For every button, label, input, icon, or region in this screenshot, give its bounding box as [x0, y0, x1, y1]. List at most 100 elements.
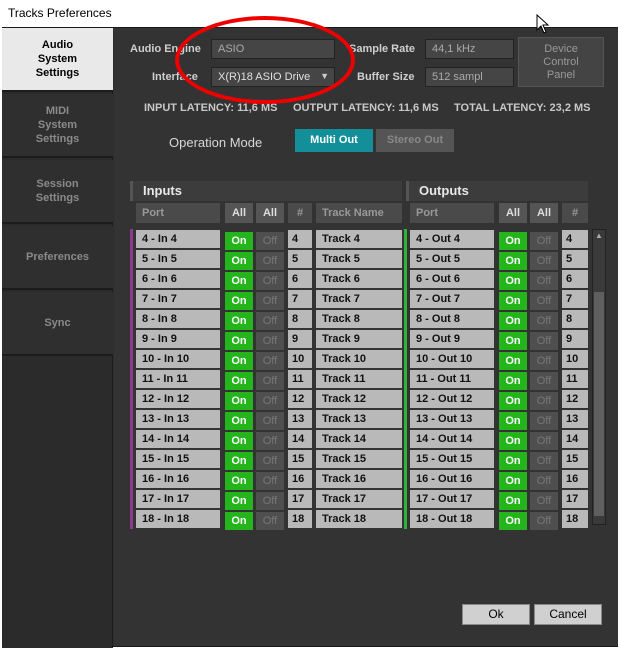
- input-on-toggle[interactable]: On: [225, 432, 253, 450]
- output-on-toggle[interactable]: On: [499, 352, 527, 370]
- input-on-toggle[interactable]: On: [225, 512, 253, 530]
- inputs-all-on-button[interactable]: All: [225, 203, 253, 223]
- input-track-name-cell[interactable]: Track 4: [316, 230, 402, 248]
- output-off-toggle[interactable]: Off: [530, 512, 558, 530]
- output-off-toggle[interactable]: Off: [530, 372, 558, 390]
- cancel-button[interactable]: Cancel: [534, 604, 602, 625]
- output-on-toggle[interactable]: On: [499, 512, 527, 530]
- output-port-cell: 10 - Out 10: [410, 350, 494, 368]
- output-number-cell: 8: [562, 310, 588, 328]
- input-off-toggle[interactable]: Off: [256, 452, 284, 470]
- input-off-toggle[interactable]: Off: [256, 432, 284, 450]
- output-on-toggle[interactable]: On: [499, 492, 527, 510]
- input-off-toggle[interactable]: Off: [256, 272, 284, 290]
- input-off-toggle[interactable]: Off: [256, 372, 284, 390]
- output-on-toggle[interactable]: On: [499, 292, 527, 310]
- input-on-toggle[interactable]: On: [225, 232, 253, 250]
- device-control-panel-button[interactable]: Device Control Panel: [518, 37, 604, 87]
- output-off-toggle[interactable]: Off: [530, 332, 558, 350]
- output-off-toggle[interactable]: Off: [530, 412, 558, 430]
- output-on-toggle[interactable]: On: [499, 232, 527, 250]
- output-number-cell: 13: [562, 410, 588, 428]
- input-track-name-cell[interactable]: Track 17: [316, 490, 402, 508]
- input-track-name-cell[interactable]: Track 8: [316, 310, 402, 328]
- input-on-toggle[interactable]: On: [225, 352, 253, 370]
- input-on-toggle[interactable]: On: [225, 392, 253, 410]
- sample-rate-field[interactable]: 44,1 kHz: [425, 39, 514, 59]
- sidebar-tab-midi-system-settings[interactable]: MIDI System Settings: [2, 94, 113, 158]
- ok-button[interactable]: Ok: [462, 604, 530, 625]
- output-off-toggle[interactable]: Off: [530, 352, 558, 370]
- input-on-toggle[interactable]: On: [225, 272, 253, 290]
- multi-out-button[interactable]: Multi Out: [295, 129, 373, 152]
- input-track-name-cell[interactable]: Track 15: [316, 450, 402, 468]
- input-on-toggle[interactable]: On: [225, 292, 253, 310]
- sidebar-tab-audio-system-settings[interactable]: Audio System Settings: [2, 28, 113, 92]
- output-on-toggle[interactable]: On: [499, 452, 527, 470]
- output-off-toggle[interactable]: Off: [530, 232, 558, 250]
- input-track-name-cell[interactable]: Track 10: [316, 350, 402, 368]
- output-port-cell: 11 - Out 11: [410, 370, 494, 388]
- output-on-toggle[interactable]: On: [499, 372, 527, 390]
- input-off-toggle[interactable]: Off: [256, 492, 284, 510]
- input-on-toggle[interactable]: On: [225, 412, 253, 430]
- input-off-toggle[interactable]: Off: [256, 472, 284, 490]
- outputs-all-off-button[interactable]: All: [530, 203, 558, 223]
- input-off-toggle[interactable]: Off: [256, 352, 284, 370]
- sidebar-tab-preferences[interactable]: Preferences: [2, 226, 113, 290]
- input-off-toggle[interactable]: Off: [256, 412, 284, 430]
- output-on-toggle[interactable]: On: [499, 432, 527, 450]
- input-on-toggle[interactable]: On: [225, 252, 253, 270]
- input-off-toggle[interactable]: Off: [256, 332, 284, 350]
- sidebar-tab-sync[interactable]: Sync: [2, 292, 113, 356]
- output-off-toggle[interactable]: Off: [530, 252, 558, 270]
- outputs-all-on-button[interactable]: All: [499, 203, 527, 223]
- input-off-toggle[interactable]: Off: [256, 232, 284, 250]
- input-track-name-cell[interactable]: Track 7: [316, 290, 402, 308]
- input-track-name-cell[interactable]: Track 16: [316, 470, 402, 488]
- inputs-all-off-button[interactable]: All: [256, 203, 284, 223]
- output-on-toggle[interactable]: On: [499, 332, 527, 350]
- output-on-toggle[interactable]: On: [499, 252, 527, 270]
- input-off-toggle[interactable]: Off: [256, 292, 284, 310]
- input-off-toggle[interactable]: Off: [256, 252, 284, 270]
- input-on-toggle[interactable]: On: [225, 452, 253, 470]
- input-track-name-cell[interactable]: Track 9: [316, 330, 402, 348]
- input-track-name-cell[interactable]: Track 13: [316, 410, 402, 428]
- input-on-toggle[interactable]: On: [225, 312, 253, 330]
- input-track-name-cell[interactable]: Track 11: [316, 370, 402, 388]
- input-on-toggle[interactable]: On: [225, 372, 253, 390]
- input-off-toggle[interactable]: Off: [256, 392, 284, 410]
- output-off-toggle[interactable]: Off: [530, 492, 558, 510]
- input-on-toggle[interactable]: On: [225, 492, 253, 510]
- input-on-toggle[interactable]: On: [225, 332, 253, 350]
- input-track-name-cell[interactable]: Track 6: [316, 270, 402, 288]
- output-on-toggle[interactable]: On: [499, 472, 527, 490]
- scroll-up-icon[interactable]: ▲: [594, 231, 604, 241]
- output-off-toggle[interactable]: Off: [530, 312, 558, 330]
- output-number-cell: 7: [562, 290, 588, 308]
- output-off-toggle[interactable]: Off: [530, 472, 558, 490]
- scrollbar-thumb[interactable]: [594, 292, 604, 516]
- output-off-toggle[interactable]: Off: [530, 292, 558, 310]
- buffer-size-field[interactable]: 512 sampl: [425, 67, 514, 87]
- output-on-toggle[interactable]: On: [499, 392, 527, 410]
- input-track-name-cell[interactable]: Track 12: [316, 390, 402, 408]
- sidebar-tab-session-settings[interactable]: Session Settings: [2, 160, 113, 224]
- output-on-toggle[interactable]: On: [499, 272, 527, 290]
- input-on-toggle[interactable]: On: [225, 472, 253, 490]
- input-off-toggle[interactable]: Off: [256, 512, 284, 530]
- input-track-name-cell[interactable]: Track 14: [316, 430, 402, 448]
- output-off-toggle[interactable]: Off: [530, 452, 558, 470]
- input-track-name-cell[interactable]: Track 5: [316, 250, 402, 268]
- output-on-toggle[interactable]: On: [499, 312, 527, 330]
- stereo-out-button[interactable]: Stereo Out: [376, 129, 454, 152]
- output-off-toggle[interactable]: Off: [530, 432, 558, 450]
- output-off-toggle[interactable]: Off: [530, 392, 558, 410]
- output-off-toggle[interactable]: Off: [530, 272, 558, 290]
- input-off-toggle[interactable]: Off: [256, 312, 284, 330]
- rows-scrollbar[interactable]: ▲: [592, 229, 606, 525]
- input-track-name-cell[interactable]: Track 18: [316, 510, 402, 528]
- output-on-toggle[interactable]: On: [499, 412, 527, 430]
- output-number-cell: 14: [562, 430, 588, 448]
